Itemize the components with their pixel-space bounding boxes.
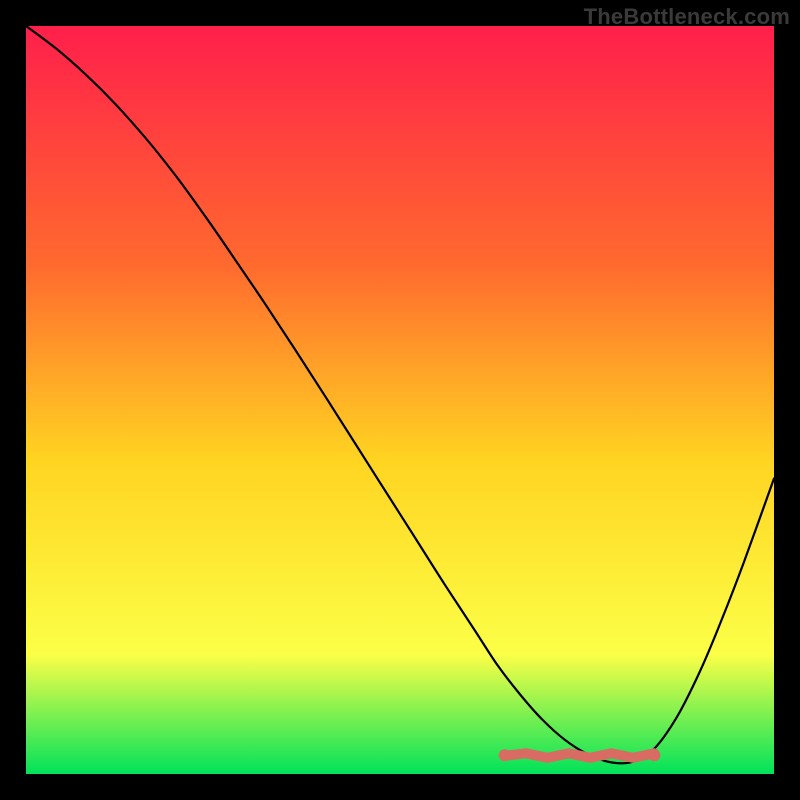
plot-area (26, 26, 774, 774)
bottleneck-chart (26, 26, 774, 774)
chart-frame: TheBottleneck.com (0, 0, 800, 800)
gradient-background (26, 26, 774, 774)
watermark-text: TheBottleneck.com (584, 4, 790, 30)
